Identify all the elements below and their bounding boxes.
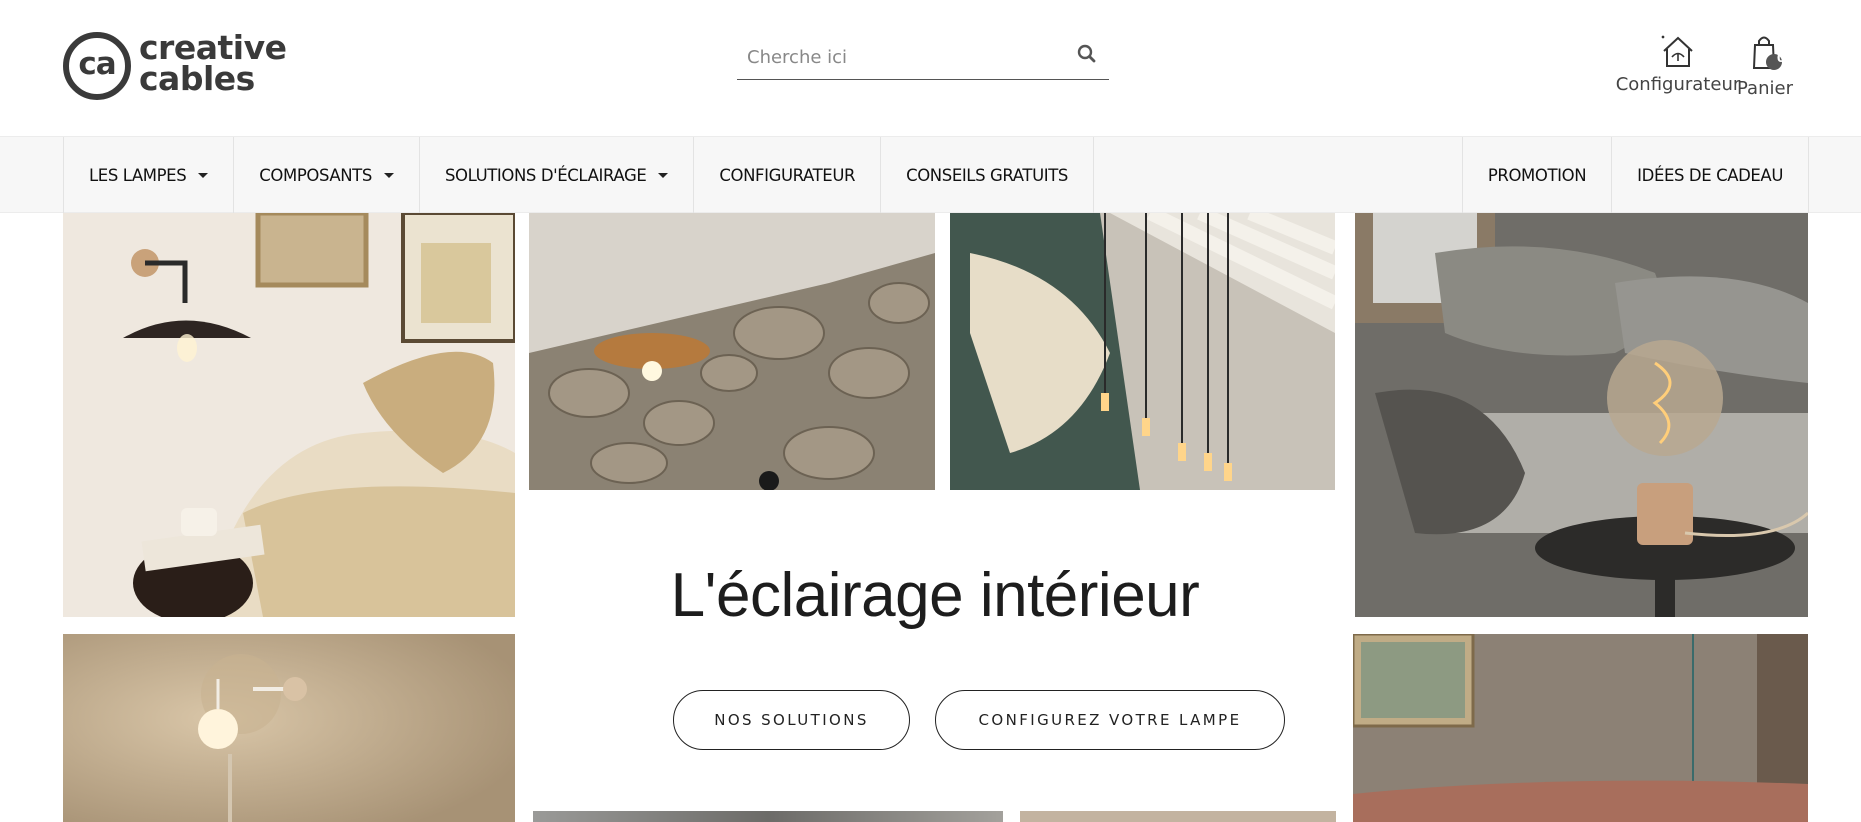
nav-label: SOLUTIONS D'ÉCLAIRAGE xyxy=(444,165,647,185)
nav-spacer xyxy=(1092,137,1462,213)
configurator-label: Configurateur xyxy=(1615,74,1741,95)
photo-bedroom-wall-lamp[interactable] xyxy=(63,213,515,617)
nav-label: CONSEILS GRATUITS xyxy=(906,165,1068,185)
nav-item-composants[interactable]: COMPOSANTS xyxy=(233,137,419,213)
caret-down-icon xyxy=(658,172,669,178)
photo-bottom-center-right[interactable] xyxy=(1020,811,1336,822)
configure-lamp-button-label: CONFIGUREZ VOTRE LAMPE xyxy=(978,711,1242,729)
cart-count-badge: 0 xyxy=(1776,51,1786,65)
nav-label: CONFIGURATEUR xyxy=(719,165,856,185)
solutions-button[interactable]: NOS SOLUTIONS xyxy=(673,690,910,750)
photo-bottom-center-left[interactable] xyxy=(533,811,1003,822)
cart-label: Panier xyxy=(1737,78,1793,99)
solutions-button-label: NOS SOLUTIONS xyxy=(714,711,869,729)
hero-title: L'éclairage intérieur xyxy=(670,561,1200,630)
nav-label: IDÉES DE CADEAU xyxy=(1637,165,1783,185)
logo-wordmark: creative cables xyxy=(139,31,287,98)
main-navigation: LES LAMPES COMPOSANTS SOLUTIONS D'ÉCLAIR… xyxy=(0,136,1861,213)
nav-item-configurateur[interactable]: CONFIGURATEUR xyxy=(693,137,880,213)
nav-item-promotion[interactable]: PROMOTION xyxy=(1461,137,1611,213)
logo-mark: ca xyxy=(63,32,131,100)
sofa-scene-image xyxy=(1353,634,1808,822)
photo-stone-wall-pendant[interactable] xyxy=(529,213,935,490)
nav-label: COMPOSANTS xyxy=(259,165,372,185)
nav-label: PROMOTION xyxy=(1487,165,1587,185)
photo-table-lamp-globe[interactable] xyxy=(1355,213,1808,617)
stone-wall-image xyxy=(529,213,935,490)
nav-item-solutions-eclairage[interactable]: SOLUTIONS D'ÉCLAIRAGE xyxy=(418,137,693,213)
table-lamp-image xyxy=(1355,213,1808,617)
photo-wall-bulb-lamp[interactable] xyxy=(63,634,515,822)
caret-down-icon xyxy=(383,172,394,178)
nav-item-conseils-gratuits[interactable]: CONSEILS GRATUITS xyxy=(880,137,1093,213)
bedroom-scene-image xyxy=(63,213,515,617)
search-input[interactable] xyxy=(737,38,1057,76)
pendant-cluster-image xyxy=(950,213,1335,490)
search-icon[interactable] xyxy=(1075,42,1099,66)
site-header: ca creative cables Configurateur 0 Panie xyxy=(0,0,1861,136)
search-bar xyxy=(737,34,1109,80)
house-configurator-icon xyxy=(1661,35,1693,67)
photo-sofa-pendant[interactable] xyxy=(1353,634,1808,822)
configure-lamp-button[interactable]: CONFIGUREZ VOTRE LAMPE xyxy=(935,690,1285,750)
nav-label: LES LAMPES xyxy=(89,165,187,185)
cart-link[interactable]: 0 Panier xyxy=(1732,30,1798,99)
photo-pendant-cluster[interactable] xyxy=(950,213,1335,490)
caret-down-icon xyxy=(198,172,209,178)
logo-line-2: cables xyxy=(139,59,255,98)
nav-item-les-lampes[interactable]: LES LAMPES xyxy=(63,137,233,213)
nav-item-idees-cadeau[interactable]: IDÉES DE CADEAU xyxy=(1611,137,1809,213)
wall-bulb-image xyxy=(63,634,515,822)
logo[interactable]: ca creative cables xyxy=(63,31,293,102)
